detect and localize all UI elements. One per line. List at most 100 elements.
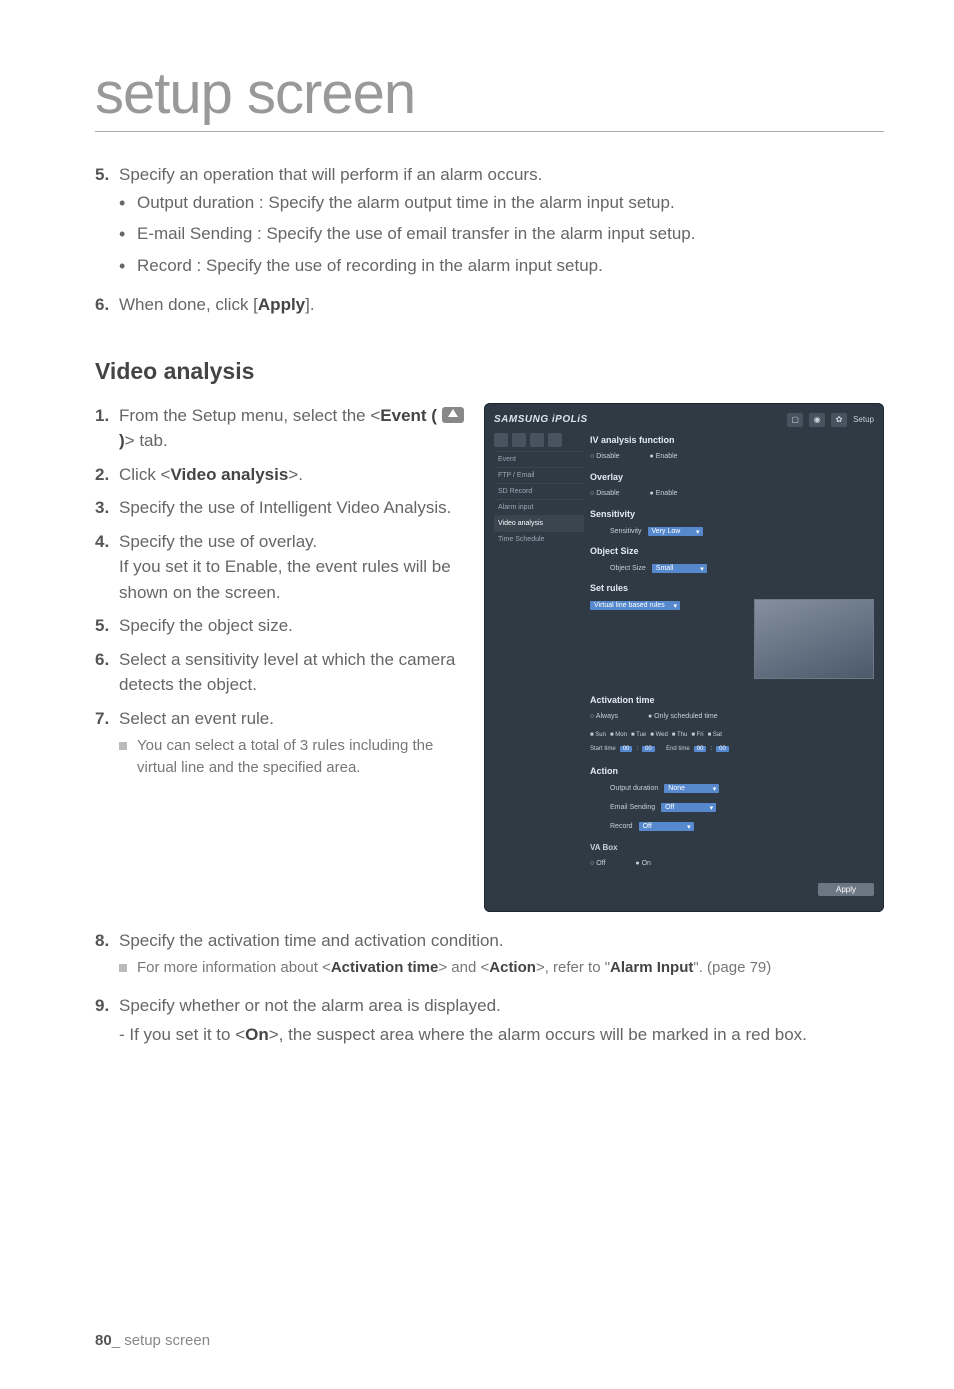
step-note: For more information about <Activation t… [119, 957, 884, 979]
dropdown-record[interactable]: Off [639, 822, 694, 831]
full-width-steps: 8. Specify the activation time and activ… [95, 928, 884, 1048]
step-5: 5. Specify an operation that will perfor… [95, 162, 884, 284]
step-number: 5. [95, 613, 119, 639]
radio-overlay-enable[interactable]: Enable [650, 490, 678, 497]
step-text: Specify the use of overlay.If you set it… [119, 529, 464, 606]
va-step-4: 4. Specify the use of overlay.If you set… [95, 529, 464, 606]
step-number: 8. [95, 928, 119, 979]
va-step-1: 1. From the Setup menu, select the <Even… [95, 403, 464, 454]
step-subtext: - If you set it to <On>, the suspect are… [119, 1022, 884, 1048]
main-panel: IV analysis function Disable Enable Over… [590, 433, 874, 896]
section-heading-video-analysis: Video analysis [95, 358, 884, 385]
step-number: 5. [95, 162, 119, 284]
sidebar-item-time-schedule[interactable]: Time Schedule [494, 531, 584, 547]
step-number: 6. [95, 292, 119, 318]
radio-scheduled[interactable]: Only scheduled time [648, 713, 718, 720]
sidebar-item-video-analysis[interactable]: Video analysis [494, 515, 584, 531]
apply-button[interactable]: Apply [818, 883, 874, 896]
radio-always[interactable]: Always [590, 713, 618, 720]
va-step-6: 6. Select a sensitivity level at which t… [95, 647, 464, 698]
side-tab-icon[interactable] [530, 433, 544, 447]
sidebar: Event FTP / Email SD Record Alarm input … [494, 433, 584, 896]
page-title: setup screen [95, 60, 884, 127]
step-note: You can select a total of 3 rules includ… [119, 735, 464, 779]
end-hour[interactable]: 00 [694, 746, 707, 752]
step-number: 3. [95, 495, 119, 521]
va-box-label: VA Box [590, 843, 874, 852]
day-tue[interactable]: Tue [631, 732, 646, 738]
step-text: When done, click [Apply]. [119, 292, 884, 318]
sidebar-item-alarm-input[interactable]: Alarm input [494, 499, 584, 515]
section-set-rules: Set rules [590, 583, 874, 593]
step-text: Specify the activation time and activati… [119, 931, 504, 950]
section-action: Action [590, 766, 874, 776]
end-min[interactable]: 00 [716, 746, 729, 752]
step-text: Select an event rule. [119, 709, 274, 728]
section-activation-time: Activation time [590, 695, 874, 705]
side-tab-icon[interactable] [494, 433, 508, 447]
va-step-8: 8. Specify the activation time and activ… [95, 928, 884, 979]
step-text: Specify whether or not the alarm area is… [119, 996, 501, 1015]
step-text: Specify an operation that will perform i… [119, 165, 542, 184]
dropdown-sensitivity[interactable]: Very Low [648, 527, 703, 536]
label-end-time: End time [666, 746, 690, 752]
sidebar-item-sd-record[interactable]: SD Record [494, 483, 584, 499]
step-text: Specify the object size. [119, 613, 464, 639]
monitor-icon[interactable]: ▢ [787, 413, 803, 427]
bullet-record: Record : Specify the use of recording in… [119, 253, 884, 279]
start-min[interactable]: 00 [642, 746, 655, 752]
top-label: Setup [853, 415, 874, 424]
day-sat[interactable]: Sat [708, 732, 722, 738]
bullet-email-sending: E-mail Sending : Specify the use of emai… [119, 221, 884, 247]
day-wed[interactable]: Wed [650, 732, 668, 738]
side-tab-icon[interactable] [512, 433, 526, 447]
sidebar-item-event[interactable]: Event [494, 451, 584, 467]
day-sun[interactable]: Sun [590, 732, 606, 738]
step-text: Click <Video analysis>. [119, 462, 464, 488]
radio-va-on[interactable]: On [635, 860, 651, 867]
dropdown-email-sending[interactable]: Off [661, 803, 716, 812]
section-overlay: Overlay [590, 472, 874, 482]
side-tab-icon[interactable] [548, 433, 562, 447]
left-column: 1. From the Setup menu, select the <Even… [95, 403, 464, 787]
settings-icon[interactable]: ✿ [831, 413, 847, 427]
radio-iv-enable[interactable]: Enable [650, 453, 678, 460]
day-thu[interactable]: Thu [672, 732, 688, 738]
step-number: 6. [95, 647, 119, 698]
label-email-sending: Email Sending [610, 804, 655, 811]
va-step-9: 9. Specify whether or not the alarm area… [95, 993, 884, 1048]
section-sensitivity: Sensitivity [590, 509, 874, 519]
title-rule [95, 131, 884, 132]
radio-overlay-disable[interactable]: Disable [590, 490, 620, 497]
step-text: Specify the use of Intelligent Video Ana… [119, 495, 464, 521]
sidebar-item-ftp-email[interactable]: FTP / Email [494, 467, 584, 483]
radio-iv-disable[interactable]: Disable [590, 453, 620, 460]
step-number: 4. [95, 529, 119, 606]
dropdown-rule-type[interactable]: Virtual line based rules [590, 601, 680, 610]
va-step-2: 2. Click <Video analysis>. [95, 462, 464, 488]
dropdown-output-duration[interactable]: None [664, 784, 719, 793]
va-step-5: 5. Specify the object size. [95, 613, 464, 639]
event-tab-icon [442, 407, 464, 423]
section-object-size: Object Size [590, 546, 874, 556]
intro-steps: 5. Specify an operation that will perfor… [95, 162, 884, 318]
radio-va-off[interactable]: Off [590, 860, 605, 867]
step-text: From the Setup menu, select the <Event (… [119, 403, 464, 454]
va-step-7: 7. Select an event rule. You can select … [95, 706, 464, 779]
bullet-output-duration: Output duration : Specify the alarm outp… [119, 190, 884, 216]
camera-icon[interactable]: ◉ [809, 413, 825, 427]
day-mon[interactable]: Mon [610, 732, 627, 738]
video-preview [754, 599, 874, 679]
label-start-time: Start time [590, 746, 616, 752]
label-sensitivity: Sensitivity [610, 528, 642, 535]
start-hour[interactable]: 00 [620, 746, 633, 752]
section-iv-function: IV analysis function [590, 435, 874, 445]
step-number: 2. [95, 462, 119, 488]
step-text: Select a sensitivity level at which the … [119, 647, 464, 698]
dropdown-object-size[interactable]: Small [652, 564, 707, 573]
step-number: 9. [95, 993, 119, 1048]
top-icon-row: ▢ ◉ ✿ Setup [787, 413, 874, 427]
label-object-size: Object Size [610, 565, 646, 572]
page-number: 80 [95, 1332, 112, 1349]
day-fri[interactable]: Fri [691, 732, 703, 738]
